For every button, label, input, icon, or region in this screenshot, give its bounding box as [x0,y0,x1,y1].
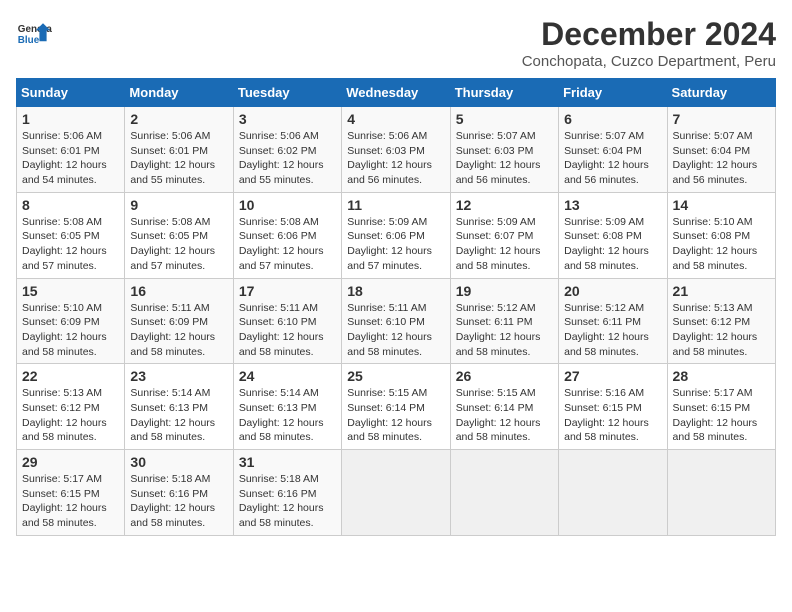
table-row: 9Sunrise: 5:08 AMSunset: 6:05 PMDaylight… [125,192,233,278]
col-tuesday: Tuesday [233,79,341,107]
calendar-row-2: 8Sunrise: 5:08 AMSunset: 6:05 PMDaylight… [17,192,776,278]
table-row [342,450,450,536]
table-row: 21Sunrise: 5:13 AMSunset: 6:12 PMDayligh… [667,278,775,364]
table-row: 16Sunrise: 5:11 AMSunset: 6:09 PMDayligh… [125,278,233,364]
svg-text:Blue: Blue [18,35,40,46]
col-saturday: Saturday [667,79,775,107]
table-row: 14Sunrise: 5:10 AMSunset: 6:08 PMDayligh… [667,192,775,278]
page-title: December 2024 [522,16,776,53]
table-row: 6Sunrise: 5:07 AMSunset: 6:04 PMDaylight… [559,107,667,193]
table-row: 4Sunrise: 5:06 AMSunset: 6:03 PMDaylight… [342,107,450,193]
table-row: 25Sunrise: 5:15 AMSunset: 6:14 PMDayligh… [342,364,450,450]
table-row: 29Sunrise: 5:17 AMSunset: 6:15 PMDayligh… [17,450,125,536]
table-row [559,450,667,536]
table-row: 2Sunrise: 5:06 AMSunset: 6:01 PMDaylight… [125,107,233,193]
table-row: 19Sunrise: 5:12 AMSunset: 6:11 PMDayligh… [450,278,558,364]
calendar-table: Sunday Monday Tuesday Wednesday Thursday… [16,78,776,536]
logo: General Blue [16,16,52,52]
title-block: December 2024 Conchopata, Cuzco Departme… [522,16,776,70]
table-row: 11Sunrise: 5:09 AMSunset: 6:06 PMDayligh… [342,192,450,278]
col-wednesday: Wednesday [342,79,450,107]
table-row: 13Sunrise: 5:09 AMSunset: 6:08 PMDayligh… [559,192,667,278]
table-row: 30Sunrise: 5:18 AMSunset: 6:16 PMDayligh… [125,450,233,536]
table-row: 31Sunrise: 5:18 AMSunset: 6:16 PMDayligh… [233,450,341,536]
calendar-row-5: 29Sunrise: 5:17 AMSunset: 6:15 PMDayligh… [17,450,776,536]
table-row: 27Sunrise: 5:16 AMSunset: 6:15 PMDayligh… [559,364,667,450]
table-row: 5Sunrise: 5:07 AMSunset: 6:03 PMDaylight… [450,107,558,193]
table-row: 22Sunrise: 5:13 AMSunset: 6:12 PMDayligh… [17,364,125,450]
table-row: 8Sunrise: 5:08 AMSunset: 6:05 PMDaylight… [17,192,125,278]
table-row: 23Sunrise: 5:14 AMSunset: 6:13 PMDayligh… [125,364,233,450]
table-row: 26Sunrise: 5:15 AMSunset: 6:14 PMDayligh… [450,364,558,450]
col-monday: Monday [125,79,233,107]
table-row: 3Sunrise: 5:06 AMSunset: 6:02 PMDaylight… [233,107,341,193]
calendar-header-row: Sunday Monday Tuesday Wednesday Thursday… [17,79,776,107]
table-row: 17Sunrise: 5:11 AMSunset: 6:10 PMDayligh… [233,278,341,364]
col-sunday: Sunday [17,79,125,107]
table-row: 10Sunrise: 5:08 AMSunset: 6:06 PMDayligh… [233,192,341,278]
table-row: 24Sunrise: 5:14 AMSunset: 6:13 PMDayligh… [233,364,341,450]
table-row: 12Sunrise: 5:09 AMSunset: 6:07 PMDayligh… [450,192,558,278]
calendar-row-1: 1Sunrise: 5:06 AMSunset: 6:01 PMDaylight… [17,107,776,193]
table-row: 7Sunrise: 5:07 AMSunset: 6:04 PMDaylight… [667,107,775,193]
table-row: 18Sunrise: 5:11 AMSunset: 6:10 PMDayligh… [342,278,450,364]
table-row [450,450,558,536]
logo-icon: General Blue [16,16,52,52]
col-thursday: Thursday [450,79,558,107]
calendar-row-3: 15Sunrise: 5:10 AMSunset: 6:09 PMDayligh… [17,278,776,364]
table-row: 20Sunrise: 5:12 AMSunset: 6:11 PMDayligh… [559,278,667,364]
table-row: 28Sunrise: 5:17 AMSunset: 6:15 PMDayligh… [667,364,775,450]
table-row [667,450,775,536]
page-header: General Blue December 2024 Conchopata, C… [16,16,776,70]
table-row: 1Sunrise: 5:06 AMSunset: 6:01 PMDaylight… [17,107,125,193]
table-row: 15Sunrise: 5:10 AMSunset: 6:09 PMDayligh… [17,278,125,364]
col-friday: Friday [559,79,667,107]
page-subtitle: Conchopata, Cuzco Department, Peru [522,53,776,70]
calendar-row-4: 22Sunrise: 5:13 AMSunset: 6:12 PMDayligh… [17,364,776,450]
